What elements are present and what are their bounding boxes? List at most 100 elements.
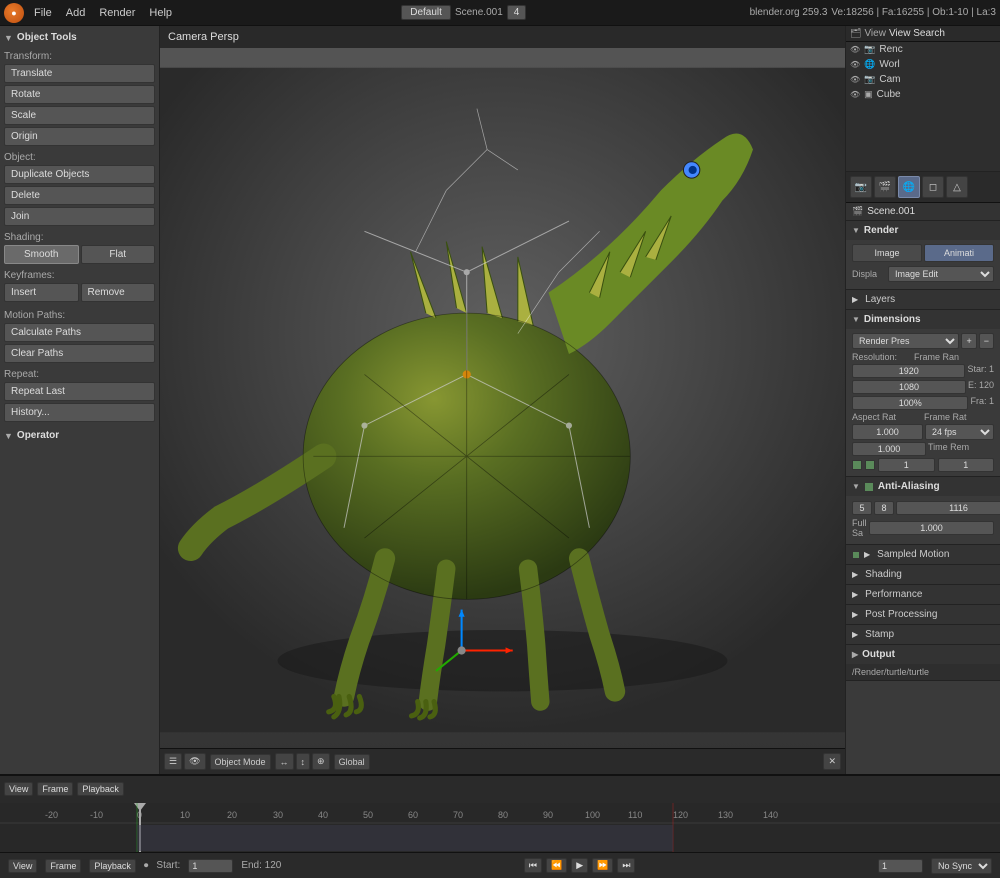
timeline-toolbar: View Frame Playback xyxy=(0,775,1000,801)
sampled-motion-checkbox[interactable] xyxy=(852,551,860,559)
dim-val2[interactable] xyxy=(938,458,995,472)
frame-range-label: Frame Ran xyxy=(914,352,959,362)
vt-global-btn[interactable]: Global xyxy=(334,754,370,770)
eye-icon-renc: 👁 xyxy=(850,45,860,54)
header-bar: ● File Add Render Help Default Scene.001… xyxy=(0,0,1000,26)
vt-view-btn[interactable]: 👁 xyxy=(184,753,205,770)
prop-world-icon-btn[interactable]: 🌐 xyxy=(898,176,920,198)
menu-add[interactable]: Add xyxy=(60,5,92,21)
outliner-item-renc[interactable]: 👁 📷 Renc xyxy=(846,42,1000,57)
engine-selector[interactable]: Default xyxy=(401,5,451,20)
insert-keyframe-btn[interactable]: Insert xyxy=(4,283,79,302)
origin-btn[interactable]: Origin xyxy=(4,127,155,146)
res-x-input[interactable] xyxy=(852,364,965,378)
menu-file[interactable]: File xyxy=(28,5,58,21)
dimensions-content: Render Pres + − Resolution: Frame Ran St… xyxy=(846,329,1000,476)
skip-end-btn[interactable]: ⏭ xyxy=(617,858,635,873)
post-processing-section[interactable]: ▶ Post Processing xyxy=(846,605,1000,625)
res-pct-input[interactable] xyxy=(852,396,968,410)
vt-tool1[interactable]: ↔ xyxy=(275,753,294,770)
frame-btn[interactable]: Frame xyxy=(37,782,73,796)
prop-render-icon-btn[interactable]: 📷 xyxy=(850,176,872,198)
delete-btn[interactable]: Delete xyxy=(4,186,155,205)
remove-preset-btn[interactable]: − xyxy=(979,333,994,349)
aspect-x-input[interactable] xyxy=(852,424,923,440)
status-view-btn[interactable]: View xyxy=(8,859,37,873)
output-path: /Render/turtle/turtle xyxy=(846,664,1000,680)
flat-btn[interactable]: Flat xyxy=(81,245,156,264)
smooth-btn[interactable]: Smooth xyxy=(4,245,79,264)
aa-value-input[interactable] xyxy=(896,501,1000,515)
keyframes-row: Insert Remove xyxy=(4,283,155,304)
next-frame-btn[interactable]: ⏩ xyxy=(592,858,613,873)
output-header[interactable]: ▶ Output xyxy=(846,645,1000,664)
playback-btn[interactable]: Playback xyxy=(77,782,124,796)
checkbox2[interactable] xyxy=(865,460,875,470)
rotate-btn[interactable]: Rotate xyxy=(4,85,155,104)
vt-tool3[interactable]: ⊕ xyxy=(312,753,330,770)
animation-render-btn[interactable]: Animati xyxy=(924,244,994,262)
layers-section[interactable]: ▶ Layers xyxy=(846,290,1000,310)
display-select[interactable]: Image Edit xyxy=(888,266,994,282)
sampled-motion-section[interactable]: ▶ Sampled Motion xyxy=(846,545,1000,565)
frame-counter[interactable]: 4 xyxy=(507,5,527,20)
performance-section[interactable]: ▶ Performance xyxy=(846,585,1000,605)
vt-menu-btn[interactable]: ☰ xyxy=(164,753,182,770)
start-frame-input[interactable] xyxy=(188,859,233,873)
clear-paths-btn[interactable]: Clear Paths xyxy=(4,344,155,363)
view-btn[interactable]: View xyxy=(4,782,33,796)
viewport[interactable]: Camera Persp + xyxy=(160,26,845,774)
checkbox1[interactable] xyxy=(852,460,862,470)
output-section: ▶ Output /Render/turtle/turtle xyxy=(846,645,1000,681)
current-frame-input[interactable] xyxy=(878,859,923,873)
vt-close-btn[interactable]: ✕ xyxy=(823,753,841,770)
aspect-y-input[interactable] xyxy=(852,442,926,456)
svg-text:-20: -20 xyxy=(45,810,58,820)
repeat-last-btn[interactable]: Repeat Last xyxy=(4,382,155,401)
stamp-section[interactable]: ▶ Stamp xyxy=(846,625,1000,645)
aa-samples1[interactable] xyxy=(852,501,872,515)
status-frame-btn[interactable]: Frame xyxy=(45,859,81,873)
dim-val1[interactable] xyxy=(878,458,935,472)
prev-frame-btn[interactable]: ⏪ xyxy=(546,858,567,873)
prop-scene-icon-btn[interactable]: 🎬 xyxy=(874,176,896,198)
vt-tool2[interactable]: ↕ xyxy=(296,753,311,770)
outliner-search-label[interactable]: View Search xyxy=(889,28,945,39)
play-btn[interactable]: ▶ xyxy=(571,858,588,873)
fps-select[interactable]: 24 fps xyxy=(925,424,994,440)
render-preset-select[interactable]: Render Pres xyxy=(852,333,959,349)
anti-alias-header[interactable]: ▼ Anti-Aliasing xyxy=(846,477,1000,496)
menu-help[interactable]: Help xyxy=(143,5,178,21)
svg-text:100: 100 xyxy=(585,810,600,820)
menu-render[interactable]: Render xyxy=(93,5,141,21)
viewport-header: Camera Persp xyxy=(160,26,845,48)
prop-object-icon-btn[interactable]: ◻ xyxy=(922,176,944,198)
image-render-btn[interactable]: Image xyxy=(852,244,922,262)
add-preset-btn[interactable]: + xyxy=(961,333,976,349)
shading-prop-section[interactable]: ▶ Shading xyxy=(846,565,1000,585)
full-sample-input[interactable] xyxy=(869,521,994,535)
prop-mesh-icon-btn[interactable]: △ xyxy=(946,176,968,198)
timeline-ruler-area[interactable]: -20 -10 0 10 20 30 40 50 60 70 80 90 100… xyxy=(0,801,1000,852)
history-btn[interactable]: History... xyxy=(4,403,155,422)
status-playback-btn[interactable]: Playback xyxy=(89,859,136,873)
translate-btn[interactable]: Translate xyxy=(4,64,155,83)
outliner-item-cam[interactable]: 👁 📷 Cam xyxy=(846,72,1000,87)
remove-keyframe-btn[interactable]: Remove xyxy=(81,283,156,302)
outliner-item-cube[interactable]: 👁 ▣ Cube xyxy=(846,87,1000,102)
vt-object-btn[interactable]: Object Mode xyxy=(210,754,271,770)
scale-btn[interactable]: Scale xyxy=(4,106,155,125)
outliner-item-worl[interactable]: 👁 🌐 Worl xyxy=(846,57,1000,72)
aa-checkbox[interactable] xyxy=(864,482,874,492)
join-btn[interactable]: Join xyxy=(4,207,155,226)
render-section-header[interactable]: ▼ Render xyxy=(846,221,1000,240)
outliner-item-name-cam: Cam xyxy=(879,74,900,85)
skip-start-btn[interactable]: ⏮ xyxy=(524,858,542,873)
calc-paths-btn[interactable]: Calculate Paths xyxy=(4,323,155,342)
duplicate-objects-btn[interactable]: Duplicate Objects xyxy=(4,165,155,184)
sync-select[interactable]: No Sync xyxy=(931,858,992,874)
aa-samples2[interactable] xyxy=(874,501,894,515)
res-y-input[interactable] xyxy=(852,380,966,394)
status-icon: ⏺ xyxy=(144,860,149,871)
dimensions-header[interactable]: ▼ Dimensions xyxy=(846,310,1000,329)
